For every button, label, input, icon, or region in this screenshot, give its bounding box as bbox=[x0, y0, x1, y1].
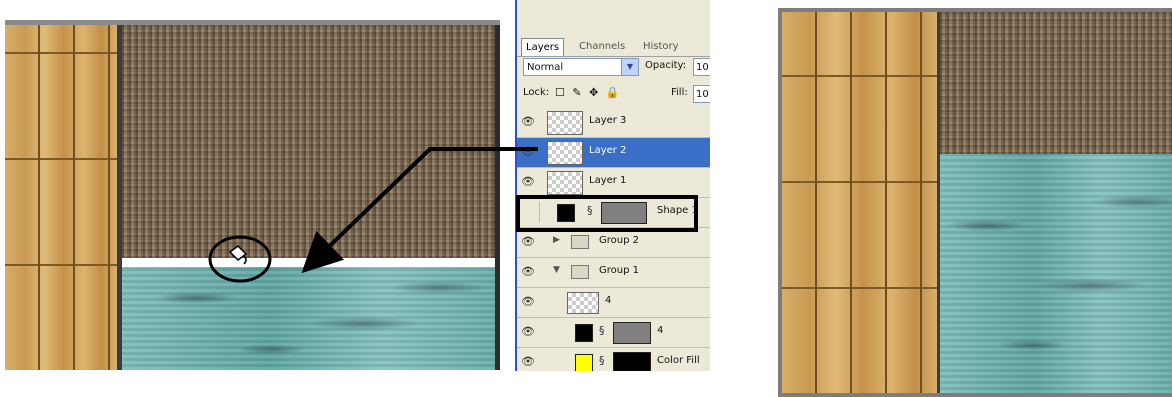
opacity-label: Opacity: bbox=[645, 60, 687, 71]
lock-row: Lock: ☐ ✎ ✥ 🔒 Fill: 10 bbox=[521, 84, 710, 104]
dropdown-arrow-icon[interactable]: ▼ bbox=[621, 59, 638, 75]
layer-thumbnail bbox=[567, 292, 599, 314]
link-chain-icon: § bbox=[599, 354, 605, 367]
folder-icon bbox=[571, 265, 589, 279]
blend-mode-value: Normal bbox=[527, 62, 564, 73]
wood-texture-panel bbox=[5, 25, 117, 370]
eye-icon[interactable]: 👁 bbox=[521, 355, 535, 369]
canvas-left-border bbox=[778, 8, 782, 397]
eye-icon[interactable]: 👁 bbox=[521, 175, 535, 189]
layer-name: Layer 3 bbox=[589, 115, 627, 126]
layer-row-layer-2[interactable]: 👁 Layer 2 bbox=[517, 138, 710, 168]
layer-name: Shape 1 bbox=[657, 205, 698, 216]
lock-move-icon[interactable]: ✥ bbox=[589, 86, 598, 99]
layer-row-group-2[interactable]: 👁 ▶ Group 2 bbox=[517, 228, 710, 258]
opacity-field[interactable]: 10 bbox=[693, 58, 710, 76]
layer-thumbnail bbox=[547, 111, 583, 135]
teal-texture-area bbox=[940, 154, 1172, 393]
fill-field[interactable]: 10 bbox=[693, 85, 710, 103]
layer-name: Group 1 bbox=[599, 265, 639, 276]
collapse-arrow-icon[interactable]: ▼ bbox=[553, 265, 560, 275]
eye-icon[interactable]: 👁 bbox=[521, 295, 535, 309]
layer-name: Layer 1 bbox=[589, 175, 627, 186]
right-canvas bbox=[778, 8, 1172, 397]
panel-header-space bbox=[517, 0, 710, 32]
blend-mode-select[interactable]: Normal ▼ bbox=[523, 58, 639, 76]
canvas-top-border bbox=[778, 8, 1172, 12]
eye-icon[interactable]: 👁 bbox=[521, 235, 535, 249]
layer-name: 4 bbox=[605, 295, 612, 306]
mask-thumbnail bbox=[613, 322, 651, 344]
canvas-right-border bbox=[495, 25, 500, 370]
eye-icon[interactable]: 👁 bbox=[521, 145, 535, 159]
lock-transparent-icon[interactable]: ☐ bbox=[555, 86, 565, 99]
tab-history[interactable]: History bbox=[639, 38, 683, 55]
lock-brush-icon[interactable]: ✎ bbox=[572, 86, 581, 99]
tab-channels[interactable]: Channels bbox=[575, 38, 629, 55]
lock-icon[interactable]: 🔒 bbox=[606, 86, 620, 99]
layer-thumbnail bbox=[547, 141, 583, 165]
layer-row-group-1[interactable]: 👁 ▼ Group 1 bbox=[517, 258, 710, 288]
layer-row-shape-1[interactable]: § Shape 1 bbox=[517, 198, 710, 228]
color-swatch bbox=[575, 354, 593, 371]
layer-row-4b[interactable]: 👁 § 4 bbox=[517, 318, 710, 348]
lock-label: Lock: bbox=[523, 87, 550, 98]
layer-row-layer-3[interactable]: 👁 Layer 3 bbox=[517, 108, 710, 138]
color-swatch bbox=[557, 204, 575, 222]
layer-list: 👁 Layer 3 👁 Layer 2 👁 Layer 1 § Shape 1 … bbox=[517, 108, 710, 371]
wood-texture-panel bbox=[782, 12, 937, 393]
expand-arrow-icon[interactable]: ▶ bbox=[553, 235, 560, 245]
panel-tabs: Layers Channels History bbox=[517, 36, 710, 57]
vector-mask-thumbnail bbox=[601, 202, 647, 224]
layer-row-4a[interactable]: 👁 4 bbox=[517, 288, 710, 318]
folder-icon bbox=[571, 235, 589, 249]
layer-name: 4 bbox=[657, 325, 664, 336]
teal-texture-area bbox=[122, 267, 495, 370]
weave-texture-area bbox=[122, 25, 495, 258]
eye-icon[interactable]: 👁 bbox=[521, 325, 535, 339]
layer-name: Color Fill bbox=[657, 355, 700, 366]
eye-icon[interactable]: 👁 bbox=[521, 115, 535, 129]
visibility-toggle-empty[interactable] bbox=[519, 202, 540, 222]
eye-icon[interactable]: 👁 bbox=[521, 265, 535, 279]
link-chain-icon: § bbox=[599, 324, 605, 337]
color-swatch bbox=[575, 324, 593, 342]
white-gap-strip[interactable] bbox=[122, 258, 495, 267]
blend-row: Normal ▼ Opacity: 10 bbox=[521, 58, 710, 78]
layer-name: Group 2 bbox=[599, 235, 639, 246]
link-chain-icon: § bbox=[587, 204, 593, 217]
canvas-bottom-border bbox=[778, 393, 1172, 397]
fill-label: Fill: bbox=[671, 87, 688, 98]
layer-name: Layer 2 bbox=[589, 145, 627, 156]
layer-row-layer-1[interactable]: 👁 Layer 1 bbox=[517, 168, 710, 198]
layer-row-color-fill[interactable]: 👁 § Color Fill bbox=[517, 348, 710, 371]
mask-thumbnail bbox=[613, 352, 651, 371]
tab-layers[interactable]: Layers bbox=[521, 38, 565, 56]
weave-texture-area bbox=[940, 12, 1172, 154]
layer-thumbnail bbox=[547, 171, 583, 195]
left-canvas bbox=[5, 20, 500, 370]
layers-panel: Layers Channels History Normal ▼ Opacity… bbox=[515, 0, 710, 371]
